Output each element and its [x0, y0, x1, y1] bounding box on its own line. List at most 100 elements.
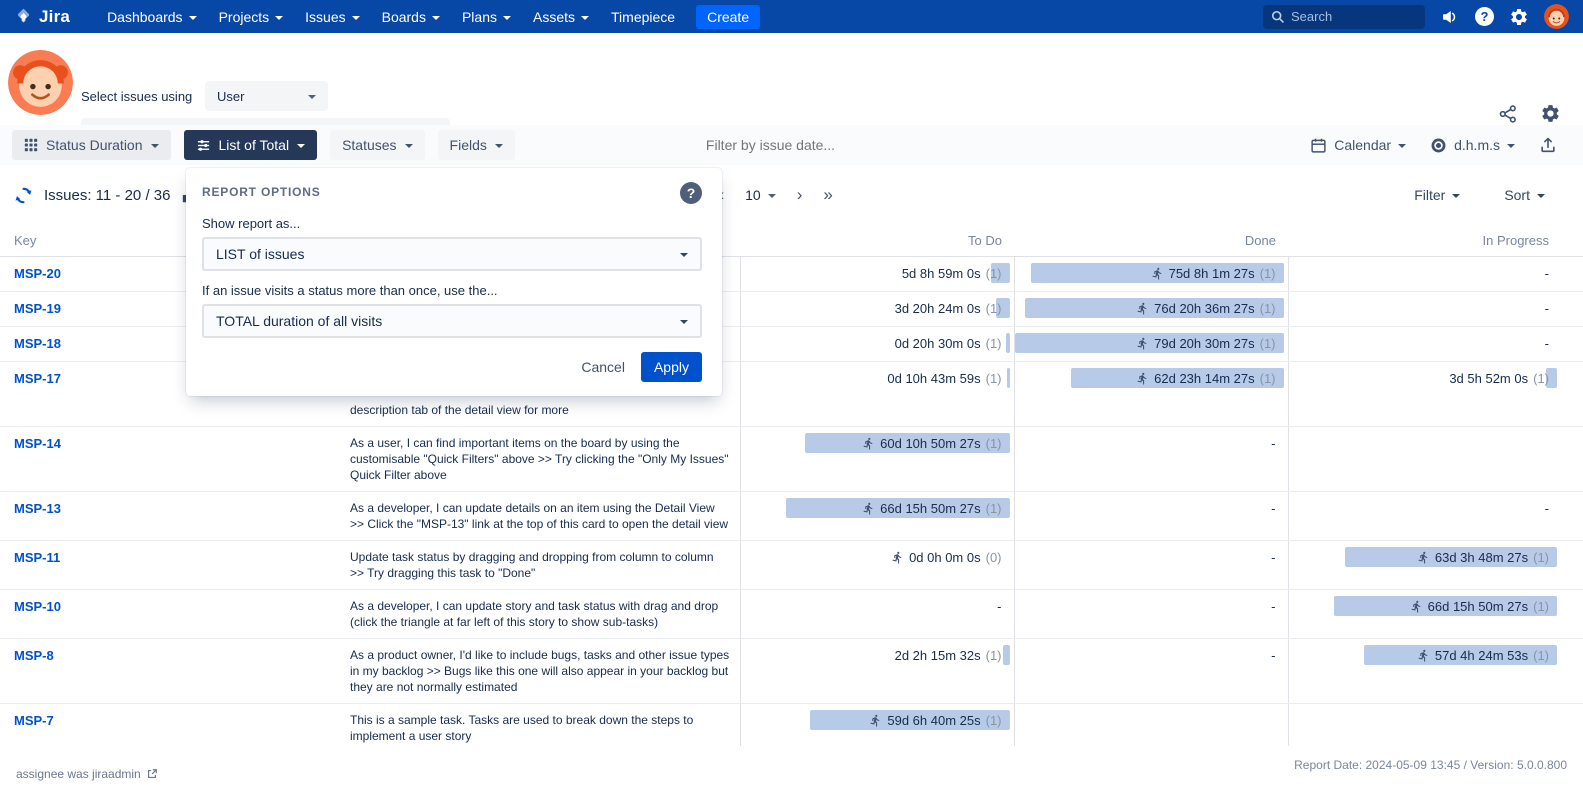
next-page-button[interactable]: ›	[797, 185, 803, 205]
table-row: MSP-11Update task status by dragging and…	[0, 541, 1583, 590]
duration-value: -	[997, 599, 1001, 614]
runner-icon	[1136, 372, 1149, 385]
last-page-button[interactable]: »	[823, 185, 832, 205]
chevron-down-icon	[308, 95, 316, 99]
duration-cell-done: 76d 20h 36m 27s(1)	[1014, 292, 1288, 327]
column-header-inprogress[interactable]: In Progress	[1288, 225, 1583, 257]
page-footer: assignee was jiraadmin Report Date: 2024…	[0, 746, 1583, 790]
issue-key-cell: MSP-13	[0, 492, 348, 541]
issue-key-link[interactable]: MSP-13	[14, 501, 61, 516]
runner-icon	[891, 551, 904, 564]
report-toolbar: Status Duration List of Total Statuses F…	[0, 125, 1583, 165]
issue-key-link[interactable]: MSP-10	[14, 599, 61, 614]
column-header-todo[interactable]: To Do	[740, 225, 1014, 257]
fields-select[interactable]: Fields	[438, 130, 515, 160]
refresh-icon	[14, 186, 33, 205]
duration-value: 76d 20h 36m 27s	[1154, 301, 1254, 316]
search-input[interactable]	[1263, 5, 1425, 29]
statuses-select[interactable]: Statuses	[330, 130, 424, 160]
duration-value: -	[1545, 336, 1549, 351]
duration-cell-inprogress: 3d 5h 52m 0s(1)	[1288, 362, 1583, 427]
duration-value: -	[1271, 501, 1275, 516]
chevron-down-icon	[1507, 144, 1515, 148]
multi-visit-label: If an issue visits a status more than on…	[202, 283, 702, 298]
issue-key-link[interactable]: MSP-7	[14, 713, 54, 728]
nav-item-issues[interactable]: Issues	[294, 0, 370, 33]
duration-cell-todo: 0d 10h 43m 59s(1)	[740, 362, 1014, 427]
time-format-select[interactable]: d.h.m.s	[1430, 137, 1515, 154]
refresh-button[interactable]	[14, 186, 33, 205]
nav-item-boards[interactable]: Boards	[371, 0, 451, 33]
nav-item-timepiece[interactable]: Timepiece	[600, 0, 686, 33]
filter-select[interactable]: Filter	[1414, 187, 1460, 203]
footer-report-info: Report Date: 2024-05-09 13:45 / Version:…	[1294, 758, 1567, 790]
runner-icon	[1417, 649, 1430, 662]
create-button[interactable]: Create	[696, 5, 760, 29]
issue-summary: As a developer, I can update story and t…	[348, 590, 740, 639]
duration-value: 3d 20h 24m 0s	[895, 301, 981, 316]
duration-cell-inprogress: -	[1288, 257, 1583, 292]
table-row: MSP-13As a developer, I can update detai…	[0, 492, 1583, 541]
help-button[interactable]: ?	[1475, 7, 1494, 26]
issue-key-cell: MSP-8	[0, 639, 348, 704]
duration-cell-inprogress: 57d 4h 24m 53s(1)	[1288, 639, 1583, 704]
announcements-button[interactable]	[1440, 7, 1460, 27]
issue-key-link[interactable]: MSP-19	[14, 301, 61, 316]
export-button[interactable]	[1539, 136, 1557, 154]
chevron-down-icon	[1537, 194, 1545, 198]
report-type-select[interactable]: Status Duration	[12, 130, 171, 160]
duration-cell-done: 62d 23h 14m 27s(1)	[1014, 362, 1288, 427]
duration-cell-todo: -	[740, 590, 1014, 639]
visit-count: (1)	[986, 648, 1002, 663]
chevron-down-icon	[581, 16, 589, 20]
multi-visit-select[interactable]: TOTAL duration of all visits	[202, 304, 702, 338]
issue-key-link[interactable]: MSP-18	[14, 336, 61, 351]
visit-count: (1)	[1260, 371, 1276, 386]
share-button[interactable]	[1498, 103, 1518, 124]
sort-select[interactable]: Sort	[1504, 187, 1545, 203]
calendar-select[interactable]: Calendar	[1310, 137, 1406, 154]
avatar-icon	[1544, 4, 1569, 29]
column-header-done[interactable]: Done	[1014, 225, 1288, 257]
view-mode-select[interactable]: List of Total	[184, 130, 318, 160]
issue-key-link[interactable]: MSP-17	[14, 371, 61, 386]
nav-item-assets[interactable]: Assets	[522, 0, 600, 33]
table-row: MSP-8As a product owner, I'd like to inc…	[0, 639, 1583, 704]
chevron-down-icon	[768, 194, 776, 198]
duration-cell-todo: 3d 20h 24m 0s (1)	[740, 292, 1014, 327]
issue-key-link[interactable]: MSP-11	[14, 550, 60, 565]
page-size-select[interactable]: 10	[745, 187, 776, 203]
issue-key-link[interactable]: MSP-20	[14, 266, 61, 281]
duration-value: 79d 20h 30m 27s	[1154, 336, 1254, 351]
issue-source-mode-select[interactable]: User	[205, 81, 328, 111]
chevron-down-icon	[297, 144, 305, 148]
nav-item-plans[interactable]: Plans	[451, 0, 522, 33]
footer-change-note-link[interactable]: assignee was jiraadmin	[16, 758, 158, 790]
admin-settings-button[interactable]	[1509, 7, 1529, 27]
issue-summary: As a user, I can find important items on…	[348, 427, 740, 492]
visit-count: (1)	[986, 501, 1002, 516]
duration-cell-done: -	[1014, 427, 1288, 492]
runner-icon	[862, 502, 875, 515]
nav-item-projects[interactable]: Projects	[208, 0, 295, 33]
chevron-down-icon	[680, 253, 688, 257]
visit-count: (1)	[986, 713, 1002, 728]
visit-count: (1)	[986, 301, 1002, 316]
user-avatar[interactable]	[1544, 4, 1569, 29]
issue-key-link[interactable]: MSP-14	[14, 436, 61, 451]
top-navbar: Jira Dashboards Projects Issues Boards P…	[0, 0, 1583, 33]
show-report-select[interactable]: LIST of issues	[202, 237, 702, 271]
duration-cell-todo: 5d 8h 59m 0s(1)	[740, 257, 1014, 292]
nav-item-dashboards[interactable]: Dashboards	[96, 0, 208, 33]
visit-count: (1)	[1260, 266, 1276, 281]
cancel-button[interactable]: Cancel	[569, 353, 637, 381]
issues-count: Issues: 11 - 20 / 36	[44, 187, 170, 204]
visit-count: (1)	[1533, 599, 1549, 614]
report-settings-button[interactable]	[1540, 103, 1561, 124]
dialog-help-button[interactable]: ?	[680, 182, 702, 204]
apply-button[interactable]: Apply	[641, 352, 702, 382]
issue-date-filter-input[interactable]	[706, 137, 896, 153]
jira-logo[interactable]: Jira	[14, 7, 70, 27]
issue-key-link[interactable]: MSP-8	[14, 648, 54, 663]
duration-cell-inprogress: 63d 3h 48m 27s(1)	[1288, 541, 1583, 590]
